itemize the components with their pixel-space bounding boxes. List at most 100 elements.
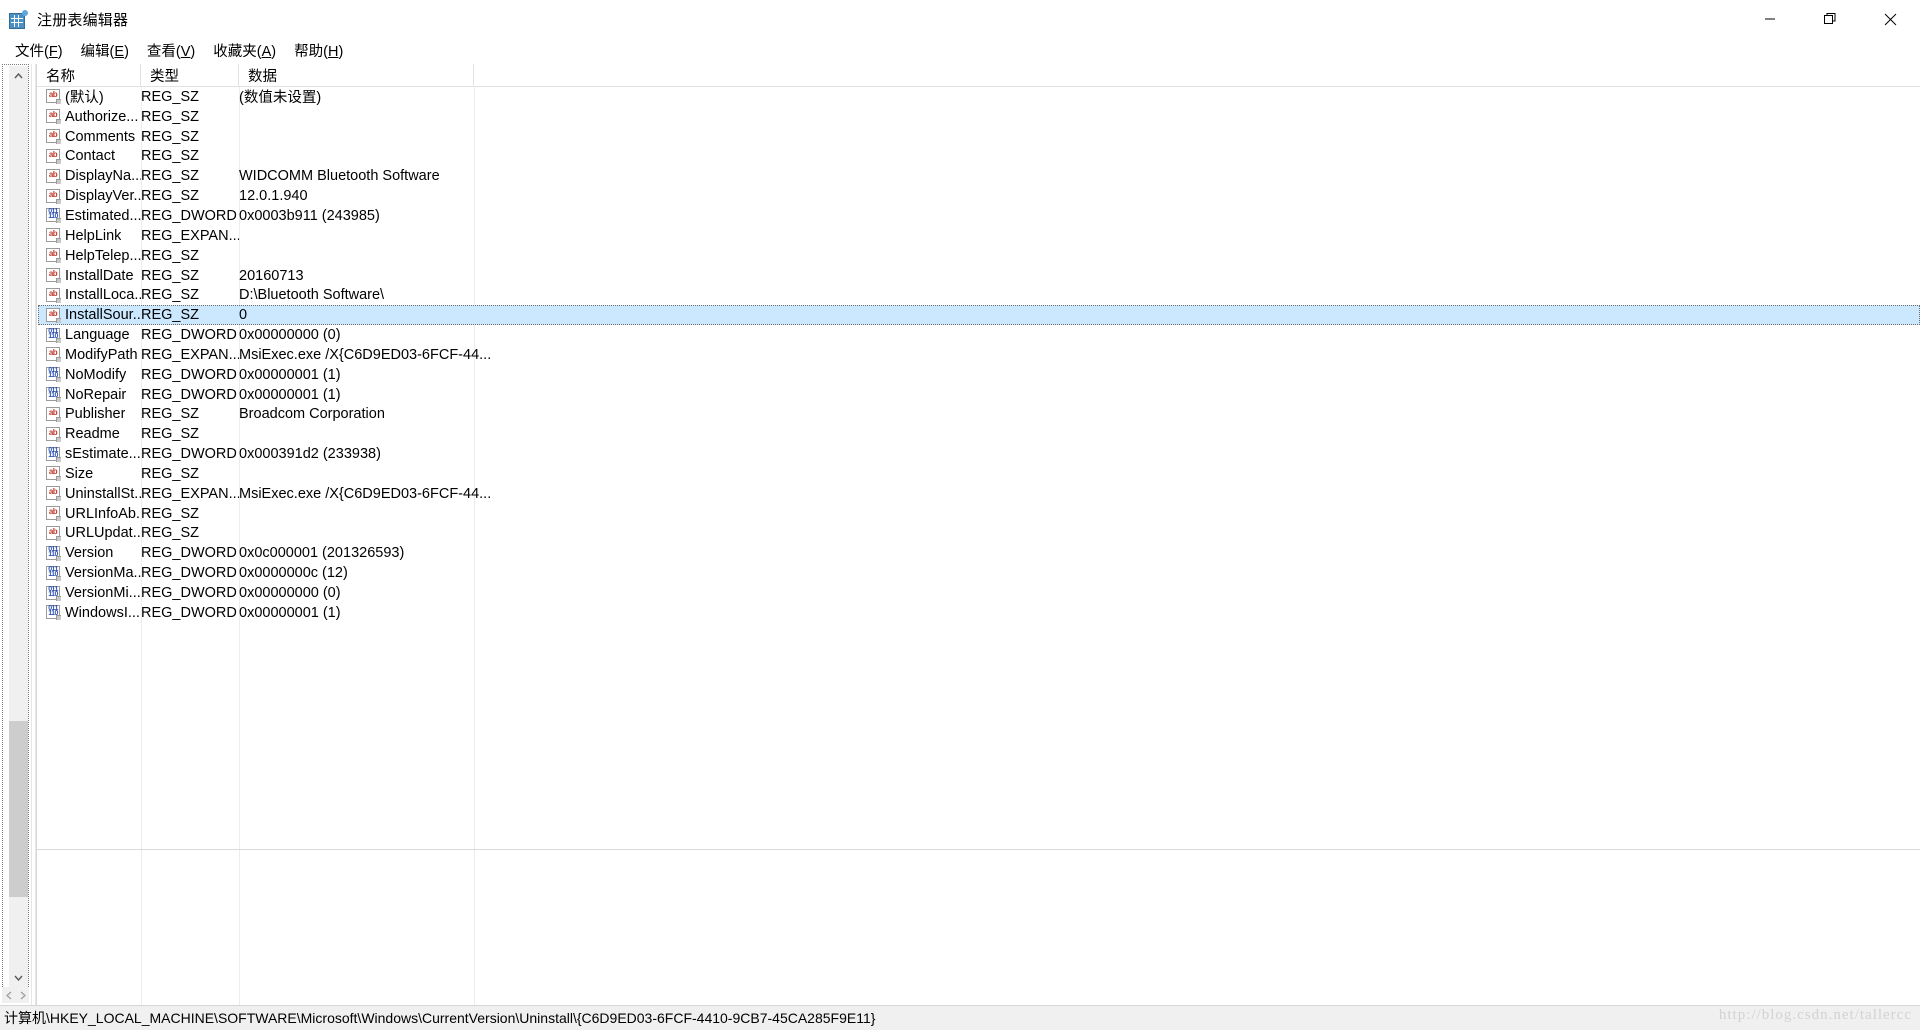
cell-type: REG_DWORD: [141, 386, 237, 403]
value-name-label: Authorize...: [65, 108, 139, 125]
table-row[interactable]: ab InstallLoca... REG_SZ D:\Bluetooth Softw…: [37, 285, 1920, 305]
restore-button[interactable]: [1800, 0, 1860, 38]
menu-edit-label: 编辑: [80, 44, 110, 60]
value-name-label: VersionMi...: [65, 585, 141, 602]
table-row[interactable]: ab Publisher REG_SZ Broadcom Corporation: [37, 405, 1920, 425]
table-row[interactable]: ab UninstallSt... REG_EXPAN... MsiExec.exe …: [37, 484, 1920, 504]
registry-tree-pane[interactable]: [0, 64, 31, 1005]
table-row[interactable]: 011 110 Version REG_DWORD 0x0c000001 (201326…: [37, 543, 1920, 563]
table-row[interactable]: ab (默认) REG_SZ (数值未设置): [37, 87, 1920, 107]
menu-edit[interactable]: 编辑(E): [72, 38, 138, 64]
minimize-button[interactable]: [1740, 0, 1800, 38]
watermark-text: http://blog.csdn.net/tallercc: [1718, 1007, 1912, 1023]
menu-bar: 文件(F) 编辑(E) 查看(V) 收藏夹(A) 帮助(H): [0, 38, 1920, 64]
table-row[interactable]: 011 110 sEstimate... REG_DWORD 0x000391d2 (2…: [37, 444, 1920, 464]
cell-data: MsiExec.exe /X{C6D9ED03-6FCF-44...: [239, 346, 492, 363]
table-row[interactable]: 011 110 NoModify REG_DWORD 0x00000001 (1): [37, 365, 1920, 385]
scroll-down-icon[interactable]: [9, 968, 28, 987]
table-row[interactable]: ab InstallSour... REG_SZ 0: [37, 305, 1920, 326]
tree-vertical-scrollbar[interactable]: [9, 66, 28, 987]
values-list-pane: 名称 类型 数据 ab (默认) REG_SZ (数值未设置) ab Authorize.…: [36, 64, 1920, 1005]
dword-value-icon: 011 110: [46, 605, 61, 621]
table-row[interactable]: 011 110 WindowsI... REG_DWORD 0x00000001 (1): [37, 603, 1920, 623]
cell-type: REG_EXPAN...: [141, 346, 239, 363]
table-row[interactable]: ab DisplayVer... REG_SZ 12.0.1.940: [37, 186, 1920, 206]
table-row[interactable]: 011 110 Estimated... REG_DWORD 0x0003b911 (2…: [37, 206, 1920, 226]
table-row[interactable]: ab InstallDate REG_SZ 20160713: [37, 266, 1920, 286]
cell-name: ab InstallSour...: [37, 307, 141, 323]
table-row[interactable]: 011 110 VersionMi... REG_DWORD 0x00000000 (0…: [37, 583, 1920, 603]
table-row[interactable]: 011 110 Language REG_DWORD 0x00000000 (0): [37, 325, 1920, 345]
cell-type: REG_SZ: [141, 128, 200, 145]
cell-name: ab InstallLoca...: [37, 287, 141, 303]
tree-scroll-thumb[interactable]: [9, 720, 28, 898]
table-row[interactable]: 011 110 VersionMa... REG_DWORD 0x0000000c (1…: [37, 563, 1920, 583]
table-row[interactable]: ab Readme REG_SZ: [37, 424, 1920, 444]
scroll-right-icon[interactable]: [16, 987, 29, 1003]
menu-help-label: 帮助: [294, 44, 324, 60]
scroll-left-icon[interactable]: [2, 987, 15, 1003]
scroll-up-icon[interactable]: [9, 66, 28, 85]
cell-type: REG_SZ: [141, 426, 200, 443]
table-row[interactable]: ab Size REG_SZ: [37, 464, 1920, 484]
cell-type: REG_SZ: [141, 188, 200, 205]
table-row[interactable]: ab URLUpdat... REG_SZ: [37, 524, 1920, 544]
table-row[interactable]: ab Authorize... REG_SZ: [37, 107, 1920, 127]
string-value-icon: ab: [46, 129, 61, 145]
cell-type: REG_DWORD: [141, 446, 237, 463]
cell-type: REG_SZ: [141, 406, 200, 423]
value-name-label: NoRepair: [65, 386, 127, 403]
column-header-type[interactable]: 类型: [141, 64, 239, 86]
menu-view[interactable]: 查看(V): [138, 38, 204, 64]
cell-data: 0x0000000c (12): [239, 565, 348, 582]
table-row[interactable]: ab URLInfoAb... REG_SZ: [37, 504, 1920, 524]
value-name-label: HelpLink: [65, 227, 122, 244]
cell-data: 0x00000001 (1): [239, 386, 341, 403]
string-value-icon: ab: [46, 268, 61, 284]
dword-value-icon: 011 110: [46, 565, 61, 581]
cell-name: ab Size: [37, 466, 141, 482]
dword-value-icon: 011 110: [46, 585, 61, 601]
tree-scroll-track[interactable]: [9, 85, 28, 968]
cell-name: ab Readme: [37, 426, 141, 442]
dword-value-icon: 011 110: [46, 208, 61, 224]
column-header-name[interactable]: 名称: [37, 64, 141, 86]
value-name-label: Version: [65, 545, 114, 562]
cell-name: 011 110 VersionMa...: [37, 565, 141, 581]
editor-body: 名称 类型 数据 ab (默认) REG_SZ (数值未设置) ab Authorize.…: [0, 64, 1920, 1005]
cell-name: ab ModifyPath: [37, 347, 141, 363]
cell-data: 0x00000001 (1): [239, 604, 341, 621]
value-name-label: Language: [65, 327, 130, 344]
column-header-data[interactable]: 数据: [239, 64, 474, 86]
cell-name: ab DisplayNa...: [37, 168, 141, 184]
table-row[interactable]: ab Contact REG_SZ: [37, 147, 1920, 167]
value-name-label: URLUpdat...: [65, 525, 141, 542]
table-row[interactable]: ab ModifyPath REG_EXPAN... MsiExec.exe /X{C…: [37, 345, 1920, 365]
table-row[interactable]: ab Comments REG_SZ: [37, 127, 1920, 147]
cell-name: 011 110 sEstimate...: [37, 446, 141, 462]
dword-value-icon: 011 110: [46, 387, 61, 403]
table-row[interactable]: ab HelpTelep... REG_SZ: [37, 246, 1920, 266]
value-name-label: DisplayNa...: [65, 168, 141, 185]
cell-type: REG_SZ: [141, 247, 200, 264]
menu-file[interactable]: 文件(F): [6, 38, 72, 64]
cell-name: 011 110 Estimated...: [37, 208, 141, 224]
menu-help[interactable]: 帮助(H): [285, 38, 352, 64]
cell-data: MsiExec.exe /X{C6D9ED03-6FCF-44...: [239, 485, 492, 502]
cell-type: REG_DWORD: [141, 545, 237, 562]
menu-favorites[interactable]: 收藏夹(A): [204, 38, 285, 64]
value-name-label: InstallSour...: [65, 307, 141, 324]
table-row[interactable]: 011 110 NoRepair REG_DWORD 0x00000001 (1): [37, 385, 1920, 405]
string-value-icon: ab: [46, 426, 61, 442]
registry-path-text: 计算机\HKEY_LOCAL_MACHINE\SOFTWARE\Microsof…: [4, 1010, 876, 1026]
value-name-label: WindowsI...: [65, 604, 140, 621]
cell-type: REG_SZ: [141, 108, 200, 125]
close-button[interactable]: [1860, 0, 1920, 38]
cell-name: ab URLInfoAb...: [37, 506, 141, 522]
table-row[interactable]: ab HelpLink REG_EXPAN...: [37, 226, 1920, 246]
string-value-icon: ab: [46, 168, 61, 184]
tree-horizontal-scrollbar[interactable]: [2, 987, 29, 1003]
window-controls: [1740, 0, 1920, 38]
table-row[interactable]: ab DisplayNa... REG_SZ WIDCOMM Bluetooth So…: [37, 166, 1920, 186]
cell-type: REG_SZ: [141, 88, 200, 105]
